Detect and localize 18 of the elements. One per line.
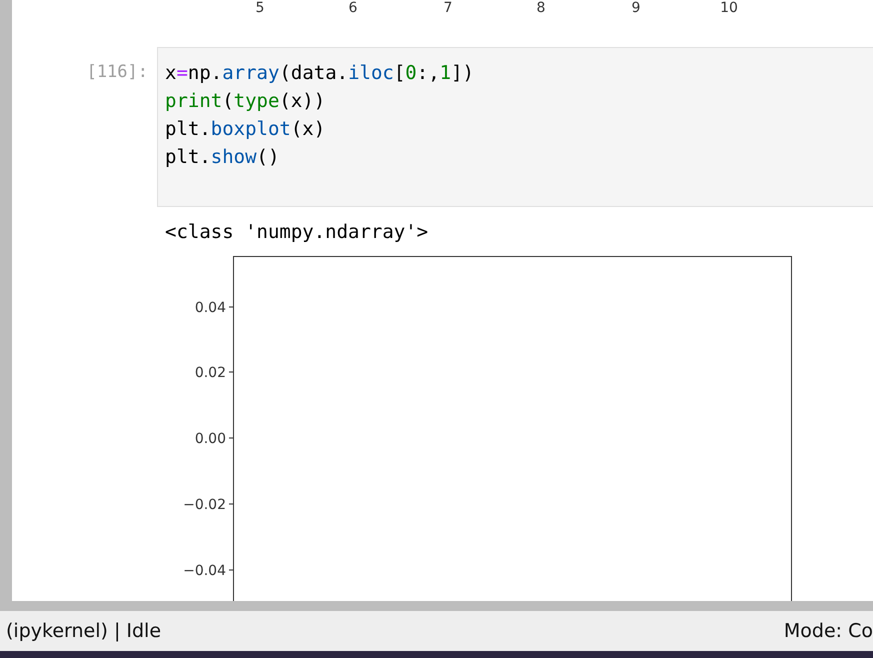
kernel-status: (ipykernel) | Idle <box>6 620 162 642</box>
horizontal-scrollbar[interactable] <box>0 601 873 611</box>
axis-tick-label: 0.00 <box>194 431 226 447</box>
axis-tick-label: 7 <box>444 0 452 16</box>
axis-tick-label: 0.02 <box>194 365 226 381</box>
axis-tick-label: 9 <box>632 0 640 16</box>
cell-output: <class 'numpy.ndarray'> <box>165 221 430 243</box>
axis-tick-label: 5 <box>256 0 264 16</box>
axis-tick-label: 0.04 <box>194 300 226 316</box>
axis-tick-label: 10 <box>720 0 738 16</box>
axis-tick-label: 6 <box>348 0 358 16</box>
mode-status: Mode: Co <box>784 620 873 642</box>
axis-tick <box>228 306 234 308</box>
axis-tick-label: −0.04 <box>183 563 226 579</box>
axis-tick-label: −0.02 <box>183 497 226 513</box>
cell-prompt: [116]: <box>86 61 149 84</box>
code-cell[interactable]: x=np.array(data.iloc[0:,1]) print(type(x)) plt.boxplot(x) plt.show() <box>157 47 873 207</box>
axis-tick-label: 8 <box>536 0 546 16</box>
